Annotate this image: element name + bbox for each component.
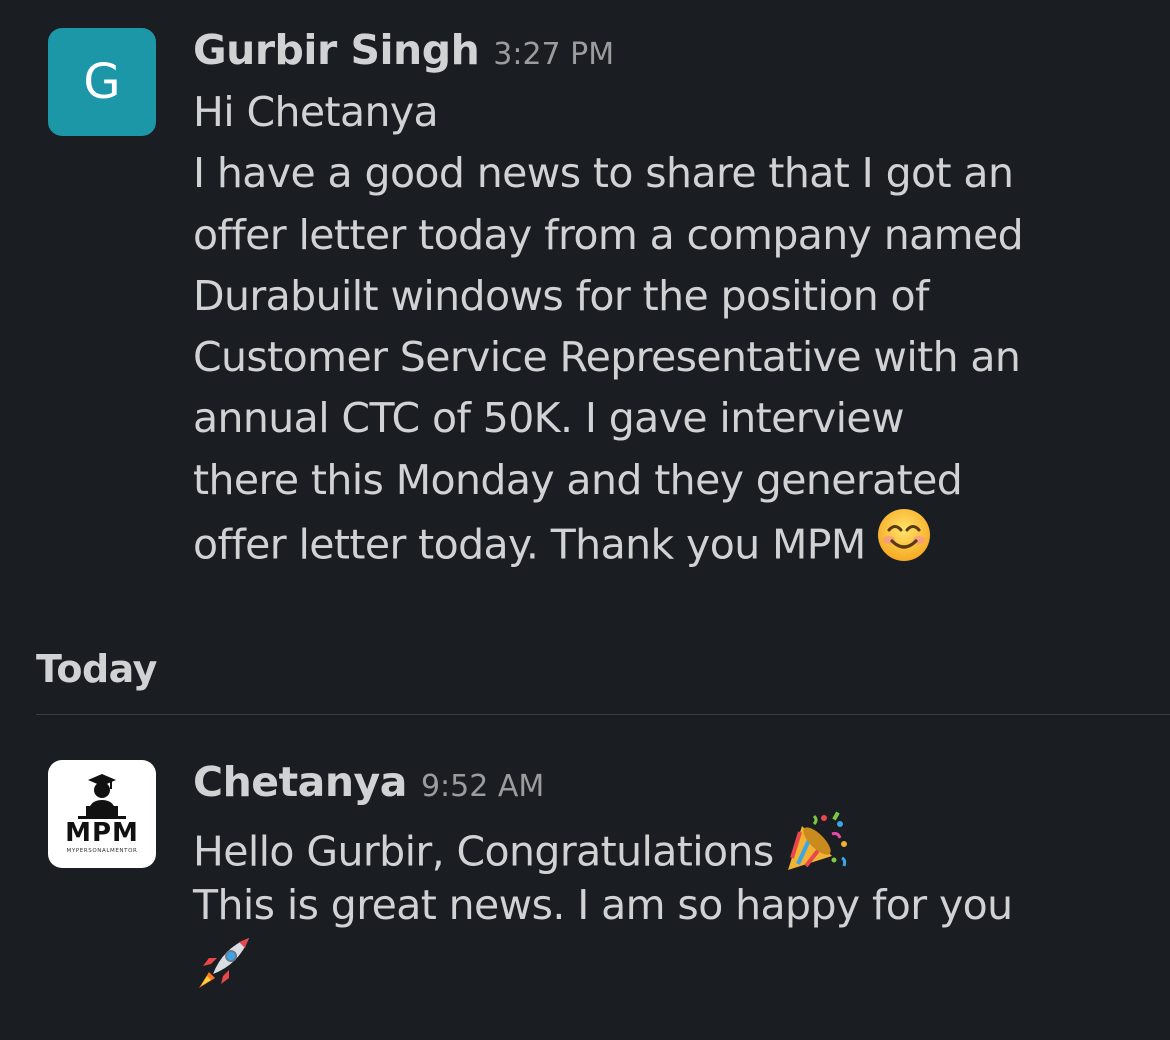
message-line-text: offer letter today. Thank you MPM <box>193 520 866 569</box>
avatar-letter: G <box>83 54 121 110</box>
message-line: Durabuilt windows for the position of <box>193 271 929 320</box>
message-line: there this Monday and they generated <box>193 455 963 504</box>
logo-text: MPM <box>65 818 139 848</box>
timestamp[interactable]: 3:27 PM <box>493 37 614 72</box>
message-line-last: offer letter today. Thank you MPM <box>193 509 1150 572</box>
avatar-mpm-logo[interactable]: MPM MYPERSONALMENTOR <box>48 760 156 868</box>
rocket-icon <box>193 932 255 1011</box>
message-line: This is great news. I am so happy for yo… <box>193 881 1013 929</box>
message-content: Gurbir Singh 3:27 PM Hi Chetanya I have … <box>193 26 1150 572</box>
message-line-emoji <box>193 936 1150 997</box>
message-line: Hello Gurbir, Congratulations <box>193 811 1150 876</box>
message-header: Gurbir Singh 3:27 PM <box>193 26 1150 82</box>
message-content: Chetanya 9:52 AM Hello Gurbir, Congratul… <box>193 758 1150 997</box>
message-line: Customer Service Representative with an <box>193 333 1021 382</box>
slack-thread: G Gurbir Singh 3:27 PM Hi Chetanya I hav… <box>0 0 1170 1040</box>
day-divider-line <box>36 714 1170 715</box>
message-line-text: Hello Gurbir, Congratulations <box>193 827 774 876</box>
message-header: Chetanya 9:52 AM <box>193 758 1150 814</box>
sender-name[interactable]: Gurbir Singh <box>193 26 480 74</box>
message-line: I have a good news to share that I got a… <box>193 149 1014 198</box>
message-line: annual CTC of 50K. I gave interview <box>193 394 905 443</box>
smiling-face-icon <box>876 507 932 580</box>
day-divider-label[interactable]: Today <box>36 647 157 691</box>
message-line: Hi Chetanya <box>193 88 439 136</box>
avatar-gurbir[interactable]: G <box>48 28 156 136</box>
message-line: offer letter today from a company named <box>193 210 1024 259</box>
logo-subtext: MYPERSONALMENTOR <box>66 848 138 854</box>
sender-name[interactable]: Chetanya <box>193 758 407 806</box>
timestamp[interactable]: 9:52 AM <box>421 769 544 804</box>
party-popper-icon <box>784 810 850 891</box>
